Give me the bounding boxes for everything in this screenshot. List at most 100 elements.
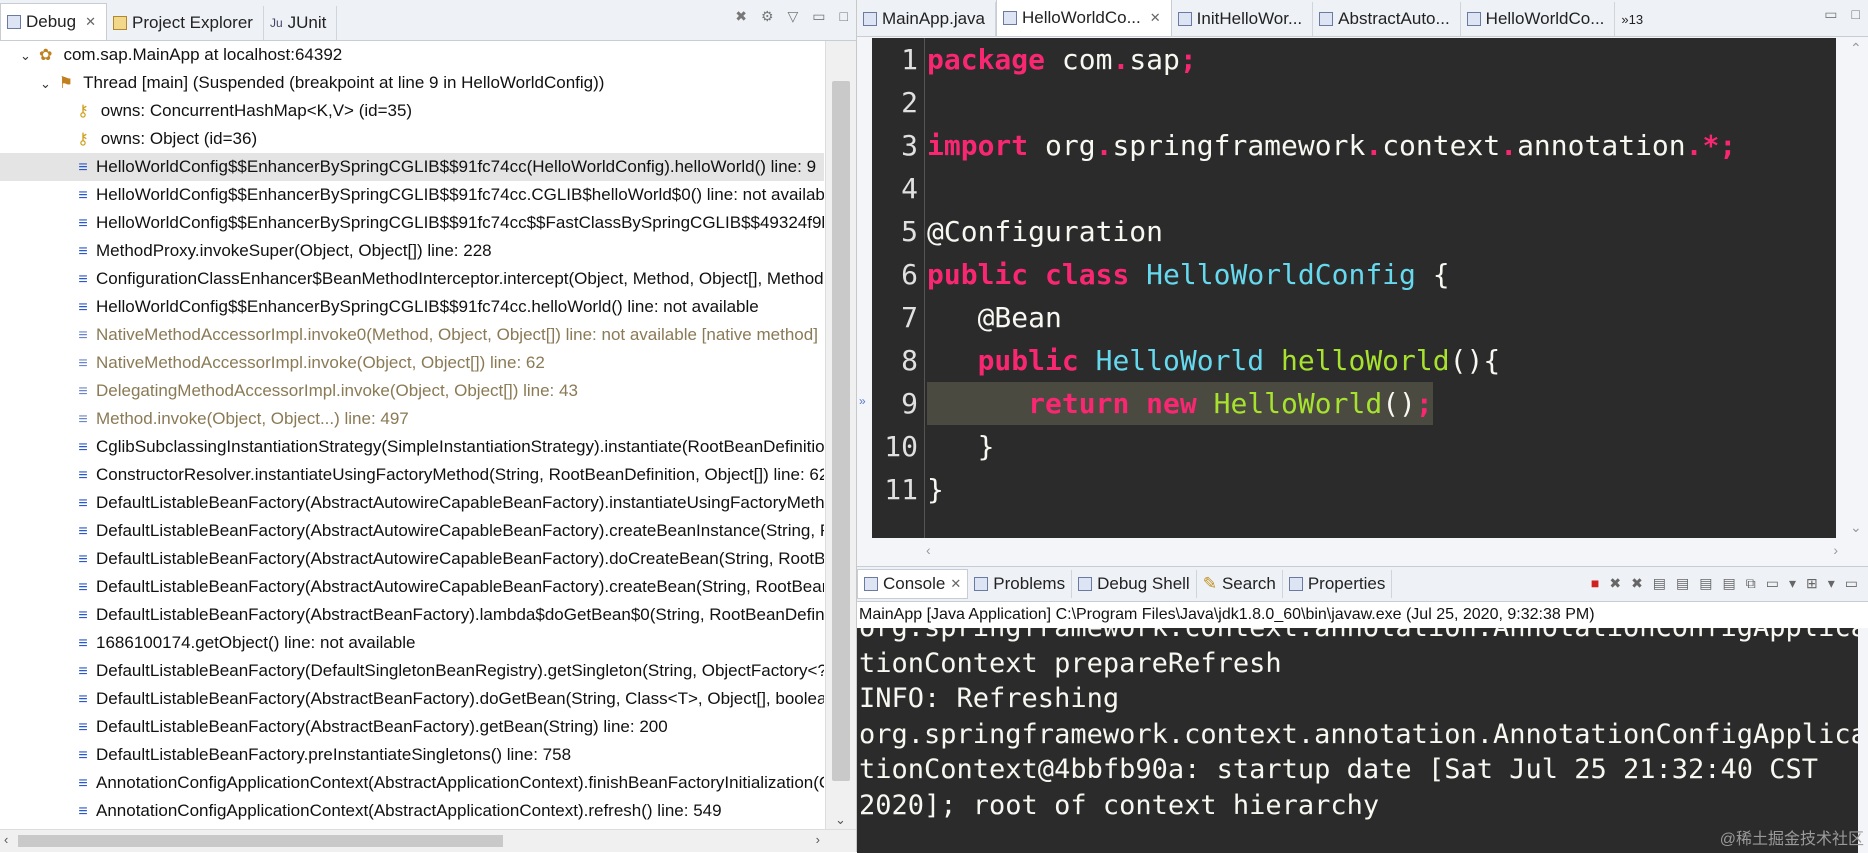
close-icon[interactable]: ✕	[85, 14, 96, 30]
stack-frame-row[interactable]: ≡ DefaultListableBeanFactory(AbstractBean…	[0, 713, 824, 741]
tab-search[interactable]: ✎ Search	[1197, 570, 1283, 598]
tab-properties[interactable]: Properties	[1283, 570, 1393, 598]
maximize-icon[interactable]: □	[1852, 6, 1860, 23]
clear-console-icon[interactable]: ▤	[1653, 575, 1666, 592]
horizontal-scrollbar[interactable]: ‹ ›	[0, 829, 856, 852]
code-line[interactable]: 7 @Bean	[872, 296, 1836, 339]
show-on-output-icon[interactable]: ▤	[1723, 575, 1736, 592]
stack-frame-row[interactable]: ≡ CglibSubclassingInstantiationStrategy(S…	[0, 433, 824, 461]
code-line[interactable]: 4	[872, 167, 1836, 210]
stack-frame-row[interactable]: ≡ HelloWorldConfig$$EnhancerBySpringCGLIB…	[0, 181, 824, 209]
code-line[interactable]: 1 package com.sap;	[872, 38, 1836, 81]
code-line[interactable]: 2	[872, 81, 1836, 124]
tree-row-target[interactable]: ⌄ ✿ com.sap.MainApp at localhost:64392	[0, 41, 824, 69]
stack-frame-row[interactable]: ≡ AnnotationConfigApplicationContext(Abst…	[0, 769, 824, 797]
tab-debug-shell[interactable]: Debug Shell	[1072, 570, 1197, 598]
display-console-icon[interactable]: ▭	[1766, 575, 1779, 592]
dropdown-icon[interactable]: ▾	[1789, 575, 1796, 592]
code-editor[interactable]: 1 package com.sap; 2 3 import org.springfram…	[872, 38, 1836, 538]
tab-junit[interactable]: Ju JUnit	[264, 6, 338, 40]
stack-frame-row[interactable]: ≡ DefaultListableBeanFactory(AbstractBean…	[0, 685, 824, 713]
maximize-icon[interactable]: □	[840, 8, 848, 25]
editor-vertical-scrollbar[interactable]: ⌃ ⌄	[1842, 38, 1868, 538]
scroll-up-icon[interactable]: ⌃	[1850, 40, 1862, 57]
stack-frame-row[interactable]: ≡ DefaultListableBeanFactory(AbstractAuto…	[0, 573, 824, 601]
tab-problems[interactable]: Problems	[968, 570, 1073, 598]
close-icon[interactable]: ✕	[1150, 10, 1161, 26]
remove-all-icon[interactable]: ✖	[1631, 575, 1643, 592]
stack-frame-row[interactable]: ≡ ConfigurationClassEnhancer$BeanMethodIn…	[0, 265, 824, 293]
stack-frame-row[interactable]: ≡ 1686100174.getObject() line: not availa…	[0, 629, 824, 657]
stack-frame-row[interactable]: ≡ NativeMethodAccessorImpl.invoke0(Method…	[0, 321, 824, 349]
code-line[interactable]: 6 public class HelloWorldConfig {	[872, 253, 1836, 296]
code-token: HelloWorldConfig	[1146, 258, 1416, 291]
open-console-icon[interactable]: ⊞	[1806, 575, 1818, 592]
stack-frame-row[interactable]: ≡ MethodProxy.invokeSuper(Object, Object[…	[0, 237, 824, 265]
code-line[interactable]: 8 public HelloWorld helloWorld(){	[872, 339, 1836, 382]
scrollbar-thumb[interactable]	[832, 81, 850, 781]
scroll-down-icon[interactable]: ⌄	[1850, 519, 1862, 536]
code-line[interactable]: 9 return new HelloWorld();	[872, 382, 1836, 425]
console-output[interactable]: org.springframework.context.annotation.A…	[857, 628, 1858, 853]
tab-debug[interactable]: Debug ✕	[0, 3, 108, 40]
tab-project-explorer[interactable]: Project Explorer	[107, 6, 264, 40]
editor-horizontal-scrollbar[interactable]: ‹ ›	[872, 538, 1842, 564]
stack-frame-row[interactable]: ≡ DefaultListableBeanFactory(AbstractBean…	[0, 601, 824, 629]
vertical-scrollbar[interactable]: ⌄	[825, 41, 856, 830]
stack-frame-icon: ≡	[78, 663, 88, 680]
scroll-left-icon[interactable]: ‹	[926, 542, 931, 558]
dropdown-icon[interactable]: ▾	[1828, 575, 1835, 592]
editor-tab[interactable]: HelloWorldCo...	[1461, 2, 1616, 36]
editor-tab[interactable]: InitHelloWor...	[1172, 2, 1314, 36]
stack-frame-row[interactable]: ≡ DefaultListableBeanFactory(AbstractAuto…	[0, 517, 824, 545]
code-token: context	[1382, 129, 1501, 162]
editor-tab[interactable]: HelloWorldCo... ✕	[996, 0, 1172, 36]
code-line[interactable]: 10 }	[872, 425, 1836, 468]
stack-frame-row[interactable]: ≡ HelloWorldConfig$$EnhancerBySpringCGLIB…	[0, 293, 824, 321]
code-line[interactable]: 5 @Configuration	[872, 210, 1836, 253]
stack-frame-row[interactable]: ≡ DefaultListableBeanFactory.preInstantia…	[0, 741, 824, 769]
tree-row-monitor[interactable]: ⚷ owns: ConcurrentHashMap<K,V> (id=35)	[0, 97, 824, 125]
close-icon[interactable]: ✕	[950, 576, 961, 592]
stack-frame-row[interactable]: ≡ AnnotationConfigApplicationContext(Abst…	[0, 797, 824, 825]
editor-tab[interactable]: MainApp.java	[857, 2, 997, 36]
stack-frame-row[interactable]: ≡ DefaultListableBeanFactory(AbstractAuto…	[0, 545, 824, 573]
scroll-left-icon[interactable]: ‹	[4, 832, 8, 847]
stack-frame-row[interactable]: ≡ DelegatingMethodAccessorImpl.invoke(Obj…	[0, 377, 824, 405]
tree-row-monitor[interactable]: ⚷ owns: Object (id=36)	[0, 125, 824, 153]
code-line[interactable]: 11}	[872, 468, 1836, 511]
chevron-down-icon[interactable]: ⌄	[20, 42, 34, 70]
view-menu-icon[interactable]: ▽	[788, 8, 799, 25]
line-number: 2	[901, 86, 918, 119]
remove-launch-icon[interactable]: ✖	[1609, 575, 1621, 592]
breakpoint-marker-icon[interactable]: »	[859, 394, 866, 408]
minimize-icon[interactable]: ▭	[1824, 6, 1837, 23]
terminate-icon[interactable]: ■	[1591, 575, 1599, 592]
tree-row-thread[interactable]: ⌄ ⚑ Thread [main] (Suspended (breakpoint…	[0, 69, 824, 97]
stack-frame-row[interactable]: ≡ HelloWorldConfig$$EnhancerBySpringCGLIB…	[0, 153, 824, 181]
stack-frame-row[interactable]: ≡ NativeMethodAccessorImpl.invoke(Object,…	[0, 349, 824, 377]
editor-tab[interactable]: AbstractAuto...	[1313, 2, 1461, 36]
tab-overflow-button[interactable]: »13	[1615, 2, 1653, 36]
scroll-lock-icon[interactable]: ▤	[1676, 575, 1689, 592]
remove-terminated-icon[interactable]: ✖	[735, 8, 747, 25]
stack-frame-row[interactable]: ≡ ConstructorResolver.instantiateUsingFac…	[0, 461, 824, 489]
scroll-right-icon[interactable]: ›	[816, 832, 820, 847]
chevron-down-icon[interactable]: ⌄	[40, 70, 54, 98]
scroll-right-icon[interactable]: ›	[1833, 542, 1838, 558]
minimize-icon[interactable]: ▭	[1845, 575, 1858, 592]
stack-frame-row[interactable]: ≡ HelloWorldConfig$$EnhancerBySpringCGLIB…	[0, 209, 824, 237]
code-line[interactable]: 3 import org.springframework.context.anno…	[872, 124, 1836, 167]
stack-frame-row[interactable]: ≡ DefaultListableBeanFactory(AbstractAuto…	[0, 489, 824, 517]
word-wrap-icon[interactable]: ▤	[1699, 575, 1712, 592]
minimize-icon[interactable]: ▭	[812, 8, 825, 25]
stack-frame-row[interactable]: ≡ Method.invoke(Object, Object...) line: …	[0, 405, 824, 433]
pin-console-icon[interactable]: ⧉	[1746, 575, 1756, 592]
scroll-down-icon[interactable]: ⌄	[835, 812, 846, 828]
stack-frame-row[interactable]: ≡ DefaultListableBeanFactory(DefaultSingl…	[0, 657, 824, 685]
tab-console[interactable]: Console ✕	[857, 569, 969, 599]
settings-icon[interactable]: ⚙	[761, 8, 774, 25]
scrollbar-thumb[interactable]	[18, 835, 503, 847]
